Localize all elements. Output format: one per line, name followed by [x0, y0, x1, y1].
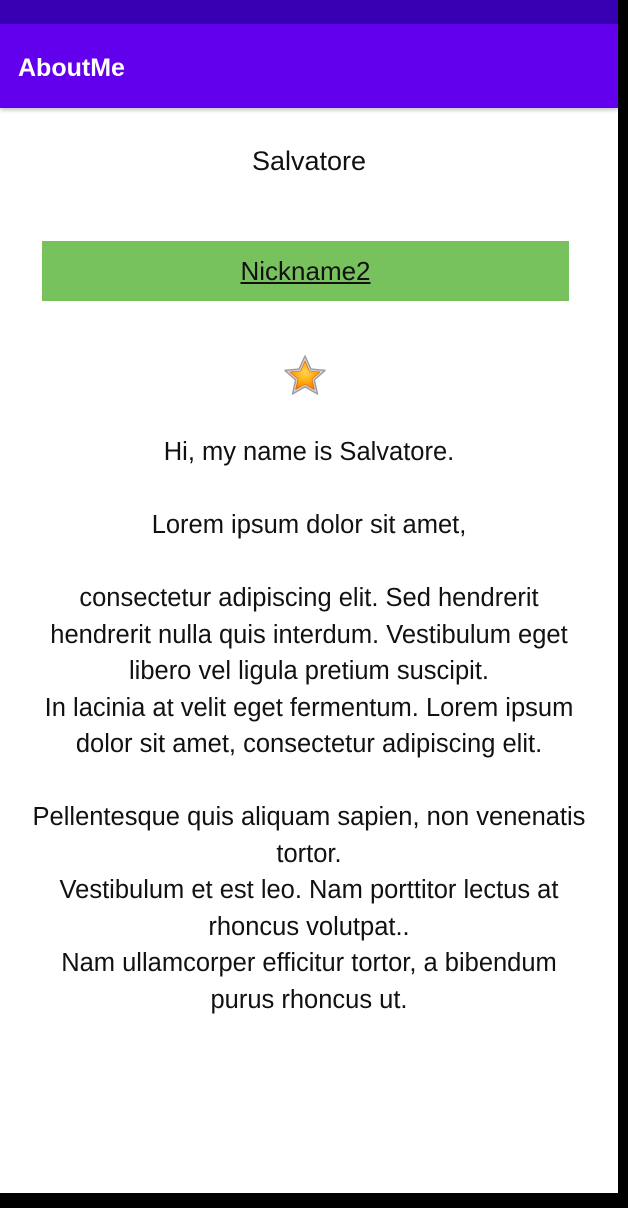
bio-text: Hi, my name is Salvatore. Lorem ipsum do… [32, 438, 586, 1014]
screen-edge-right [618, 0, 628, 1208]
name-text: Salvatore [251, 146, 367, 176]
app-bar: AboutMe [0, 24, 618, 108]
screen-edge-bottom [0, 1193, 628, 1208]
content-area[interactable]: Salvatore Nickname2 Hi, my name is Salva… [0, 108, 618, 1193]
app-title: AboutMe [18, 54, 125, 82]
nickname-text: Nickname2 [240, 256, 371, 286]
status-bar [0, 0, 618, 24]
star-icon [284, 355, 326, 395]
nickname-button[interactable]: Nickname2 [42, 241, 569, 301]
